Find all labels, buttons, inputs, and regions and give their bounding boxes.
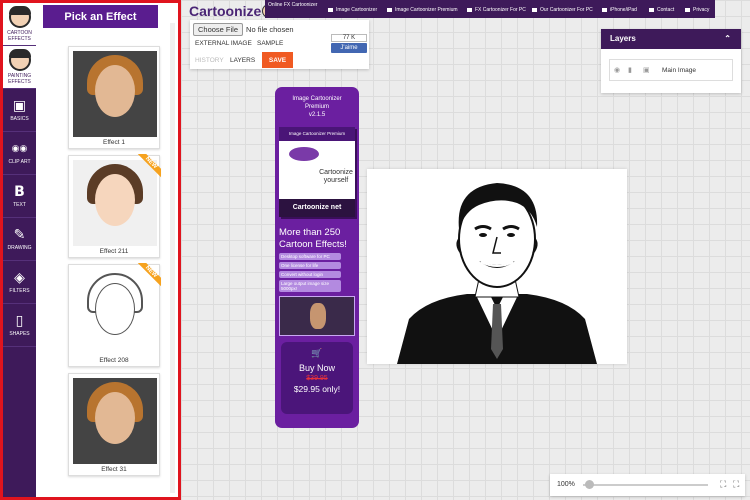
zoom-percent: 100% (557, 481, 575, 488)
effect-card[interactable]: NEW Effect 208 (68, 263, 161, 367)
sample-link[interactable]: SAMPLE (257, 40, 283, 47)
sidebar-item-drawing[interactable]: ✎ DRAWING (3, 218, 36, 261)
facebook-like[interactable]: 77 K J'aime (331, 34, 367, 54)
file-picker[interactable]: Choose File No file chosen (193, 23, 294, 36)
brush-icon: ✎ (13, 226, 26, 243)
sidebar-item-painting-effects[interactable]: PAINTING EFFECTS (3, 46, 36, 89)
ad-title: Image Cartoonizer Premium v2.1.5 (292, 96, 342, 118)
layers-header[interactable]: Layers ⌃ (601, 29, 741, 49)
effects-title: Pick an Effect (43, 5, 158, 28)
eye-icon[interactable]: ◉ (614, 66, 620, 74)
effect-caption: Effect 1 (103, 139, 125, 146)
lock-icon[interactable]: ▣ (643, 66, 650, 74)
sidebar-item-clip-art[interactable]: ◉◉ CLIP ART (3, 132, 36, 175)
sidebar-item-label: BASICS (10, 115, 29, 122)
nav-item-premium[interactable]: Image Cartoonizer Premium (387, 7, 458, 13)
eyes-icon: ◉◉ (11, 143, 28, 154)
phone-icon (602, 8, 607, 12)
effect-thumbnail (73, 51, 157, 137)
sidebar-item-label: DRAWING (7, 244, 32, 251)
image-icon: ▣ (12, 97, 27, 114)
nav-item-contact[interactable]: Contact (649, 7, 674, 13)
effect-caption: Effect 31 (101, 466, 127, 473)
sidebar-item-shapes[interactable]: ▯ SHAPES (3, 304, 36, 347)
nav-brand[interactable]: Online FX Cartoonizer (268, 2, 317, 8)
nav-item-privacy[interactable]: Privacy (685, 7, 709, 13)
new-badge: NEW (131, 263, 161, 293)
buy-now-button[interactable]: 🛒 Buy Now $39.95 $29.95 only! (281, 342, 353, 414)
image-icon (387, 8, 392, 12)
zoom-knob[interactable] (584, 480, 594, 489)
effects-scrollbar[interactable] (170, 23, 175, 493)
layer-name: Main Image (662, 67, 696, 74)
zoom-bar: 100% ⛶ ⛶ (550, 474, 745, 496)
text-b-icon: B (14, 183, 25, 200)
effect-card[interactable]: NEW Effect 211 (68, 154, 161, 258)
sidebar-item-label: PAINTING EFFECTS (7, 73, 32, 85)
tool-sidebar: CARTOON EFFECTS PAINTING EFFECTS ▣ BASIC… (3, 3, 36, 497)
controls-box: Choose File No file chosen EXTERNAL IMAG… (190, 20, 369, 69)
image-icon (328, 8, 333, 12)
history-link[interactable]: HISTORY (195, 57, 224, 64)
choose-file-button[interactable]: Choose File (193, 23, 244, 36)
like-count: 77 K (331, 34, 367, 42)
external-image-link[interactable]: EXTERNAL IMAGE (195, 40, 252, 47)
sidebar-item-label: SHAPES (9, 330, 30, 337)
ad-bullet: Convert without login (279, 271, 341, 278)
new-badge: NEW (131, 154, 161, 184)
effect-card[interactable]: Effect 31 (68, 373, 160, 476)
painting-face-icon (8, 49, 31, 71)
file-status: No file chosen (246, 25, 294, 34)
ad-bullet: Large output image size 5000px! (279, 280, 341, 292)
eye-art-icon (289, 147, 319, 161)
cartoon-portrait (397, 183, 597, 364)
collapse-icon[interactable]: ⌃ (724, 29, 731, 49)
product-box-image: Image Cartoonizer Premium Cartoonize your… (279, 127, 355, 217)
filter-icon: ◈ (14, 269, 25, 286)
fit-screen-icon[interactable]: ⛶ (720, 479, 726, 490)
sidebar-item-basics[interactable]: ▣ BASICS (3, 89, 36, 132)
effects-list: Effect 1 NEW Effect 211 NEW Effect 208 E… (68, 46, 162, 482)
nav-item-fx-pc[interactable]: FX Cartoonizer For PC (467, 7, 526, 13)
sidebar-item-label: CLIP ART (8, 158, 31, 165)
nav-item-image-cartoonizer[interactable]: Image Cartoonizer (328, 7, 377, 13)
like-button[interactable]: J'aime (331, 43, 367, 53)
shapes-icon: ▯ (15, 312, 24, 329)
premium-ad[interactable]: Image Cartoonizer Premium v2.1.5 Image Car… (275, 87, 359, 428)
effect-caption: Effect 211 (99, 248, 129, 255)
effects-panel: CARTOON EFFECTS PAINTING EFFECTS ▣ BASIC… (0, 0, 181, 500)
sidebar-item-filters[interactable]: ◈ FILTERS (3, 261, 36, 304)
mail-icon (649, 8, 654, 12)
fullscreen-icon[interactable]: ⛶ (733, 479, 739, 490)
lock-icon (685, 8, 690, 12)
ad-headline: More than 250 Cartoon Effects! (279, 227, 347, 250)
save-button[interactable]: SAVE (262, 52, 293, 68)
sidebar-item-label: CARTOON EFFECTS (7, 30, 32, 42)
layers-panel: Layers ⌃ ◉ ▮ ▣ Main Image (601, 29, 741, 93)
sidebar-item-label: FILTERS (9, 287, 30, 294)
cartoon-face-icon (8, 6, 31, 28)
ad-bullet: One license for life (279, 262, 341, 269)
ad-screenshot (279, 296, 355, 336)
sidebar-item-cartoon-effects[interactable]: CARTOON EFFECTS (3, 3, 36, 46)
sidebar-item-text[interactable]: B TEXT (3, 175, 36, 218)
effect-card[interactable]: Effect 1 (68, 46, 160, 149)
effect-caption: Effect 208 (99, 357, 129, 364)
layers-link[interactable]: LAYERS (230, 57, 255, 64)
image-icon (532, 8, 537, 12)
layer-row[interactable]: ◉ ▮ ▣ Main Image (609, 59, 733, 81)
nav-item-iphone[interactable]: iPhone/iPad (602, 7, 637, 13)
cart-icon: 🛒 (311, 348, 323, 358)
sidebar-item-label: TEXT (13, 201, 26, 208)
image-icon (467, 8, 472, 12)
zoom-slider[interactable] (583, 484, 708, 486)
nav-item-our-pc[interactable]: Our Cartoonizer For PC (532, 7, 593, 13)
effect-thumbnail (73, 378, 157, 464)
ad-bullet: Desktop software for PC (279, 253, 341, 260)
image-canvas[interactable] (367, 169, 627, 364)
trash-icon[interactable]: ▮ (628, 66, 632, 74)
